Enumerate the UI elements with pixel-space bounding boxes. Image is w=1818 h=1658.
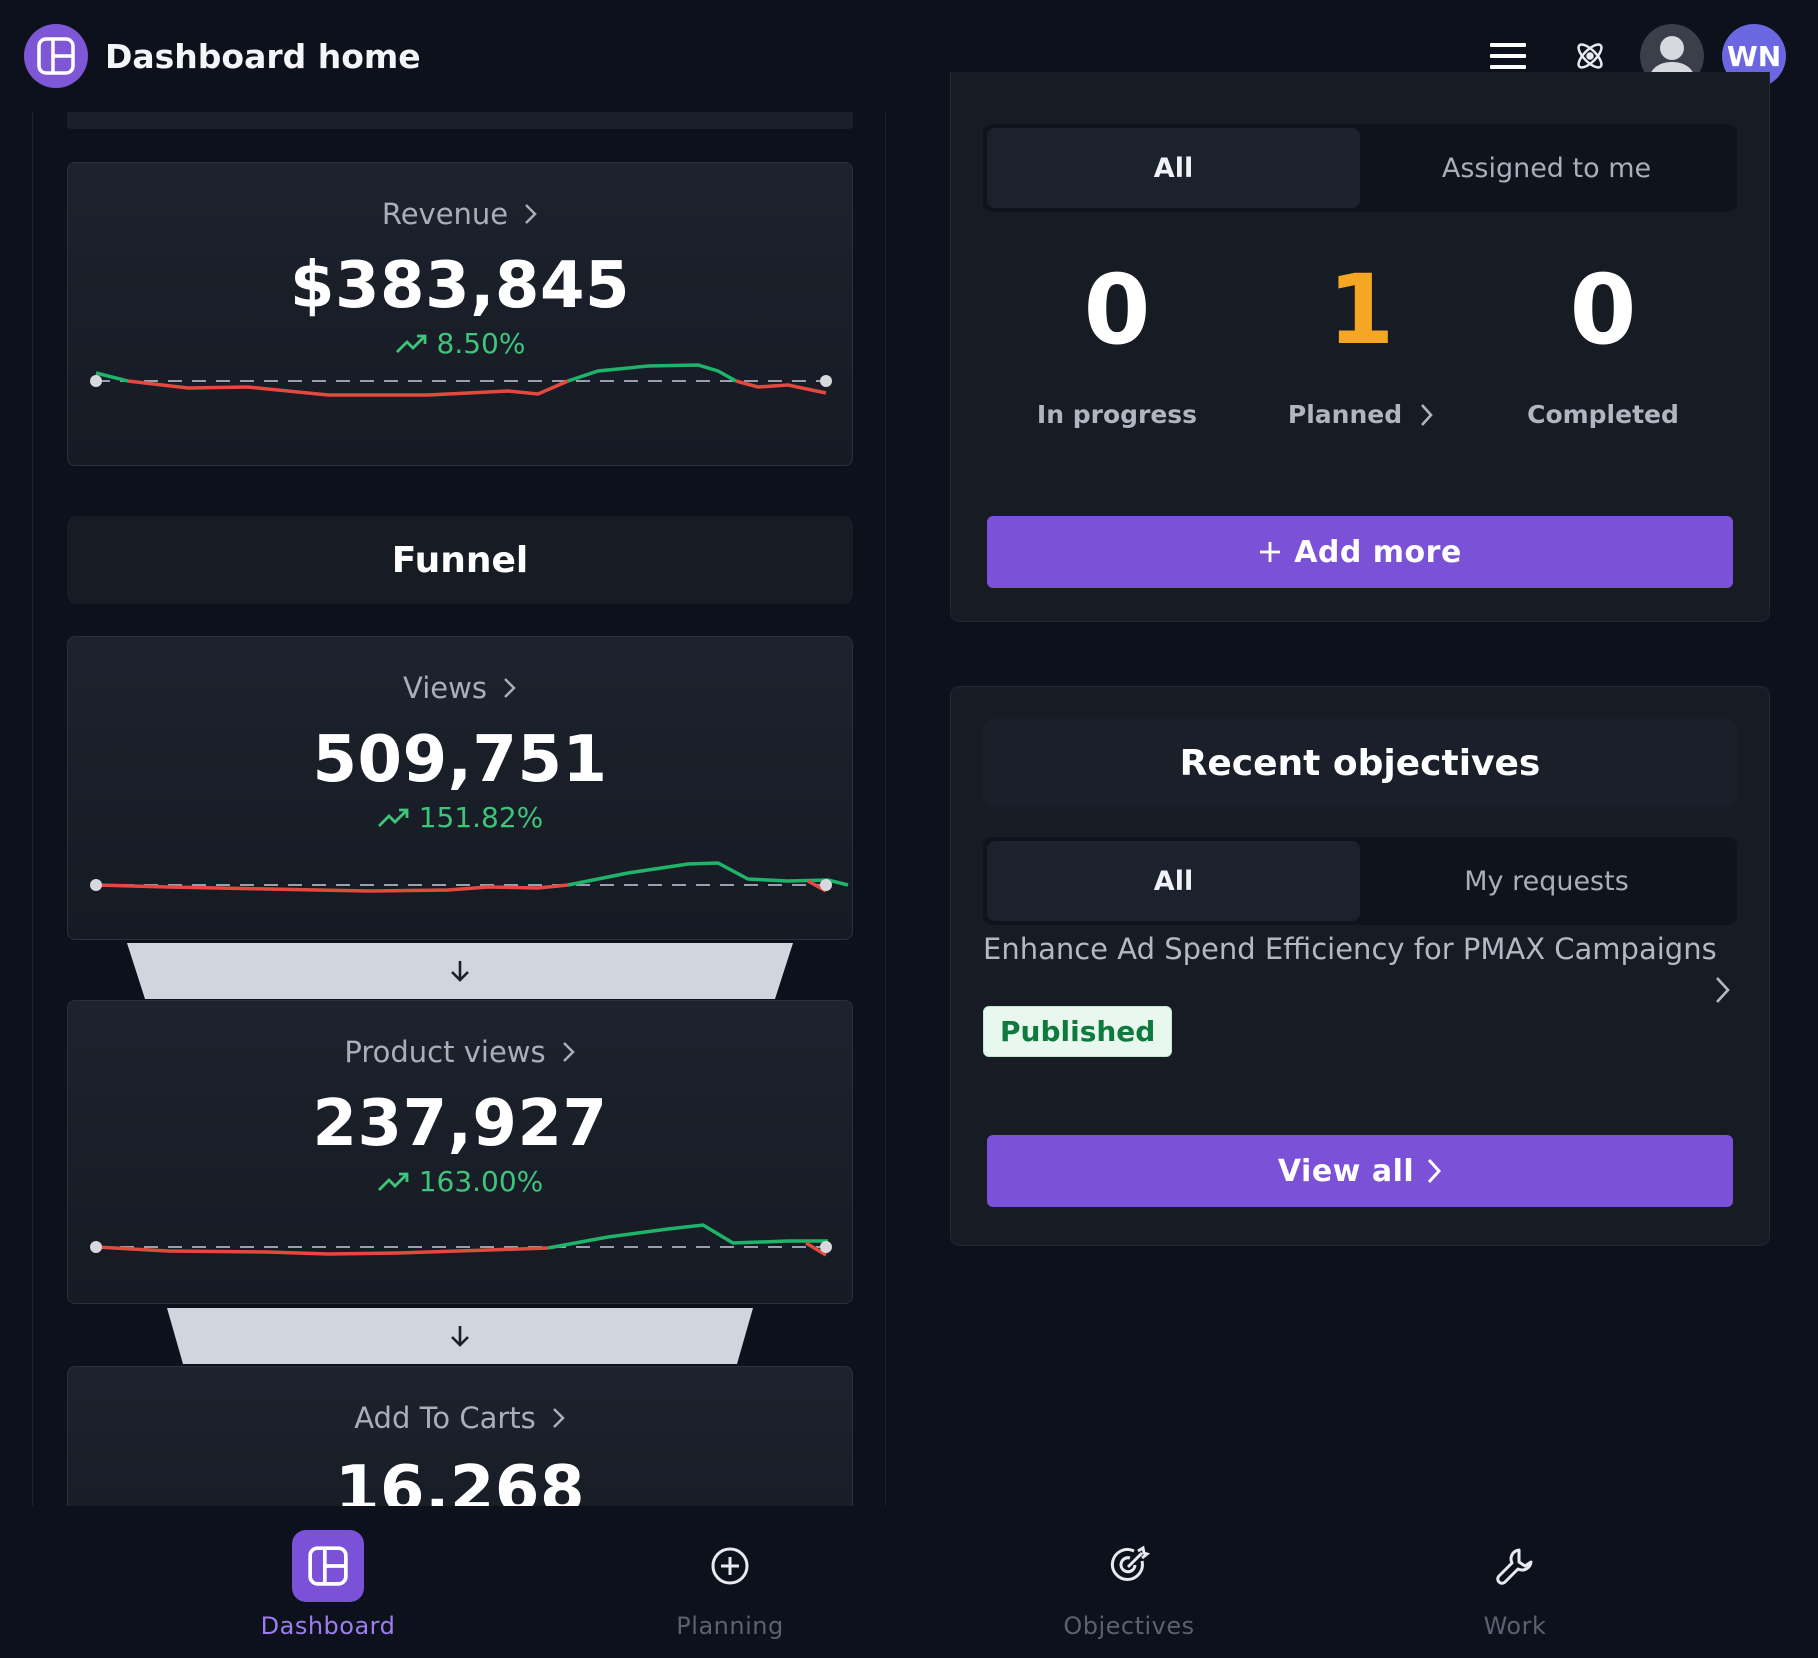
arrow-down-icon	[451, 1326, 469, 1347]
stat-in-progress-value: 0	[1083, 254, 1151, 366]
nav-planning-label: Planning	[676, 1612, 784, 1640]
wrench-icon	[1479, 1530, 1551, 1602]
views-card[interactable]: Views 509,751 151.82%	[67, 636, 853, 940]
stat-planned-value: 1	[1327, 254, 1395, 366]
recent-objectives-title: Recent objectives	[983, 719, 1737, 807]
stat-completed-label: Completed	[1527, 400, 1679, 429]
product-views-card[interactable]: Product views 237,927 163.00%	[67, 1000, 853, 1304]
views-sparkline	[90, 861, 849, 893]
product-views-header[interactable]: Product views	[68, 1035, 852, 1069]
views-label: Views	[403, 671, 487, 705]
product-views-label: Product views	[344, 1035, 546, 1069]
stat-completed-value: 0	[1569, 254, 1637, 366]
view-all-button[interactable]: View all	[987, 1135, 1733, 1207]
previous-card-edge	[67, 112, 853, 129]
objectives-tab-group: All My requests	[983, 837, 1737, 925]
product-views-sparkline	[90, 1223, 832, 1257]
tab-assigned-to-me[interactable]: Assigned to me	[1360, 128, 1733, 208]
revenue-label: Revenue	[381, 197, 509, 231]
activity-column: All Assigned to me 0 In progress 1 Plann…	[950, 72, 1770, 1506]
tab-all[interactable]: All	[987, 128, 1360, 208]
trend-up-icon	[377, 1172, 409, 1191]
nav-objectives[interactable]: Objectives	[1029, 1530, 1229, 1640]
recent-objectives-panel: Recent objectives All My requests Enhanc…	[950, 686, 1770, 1246]
chevron-right-icon	[552, 1408, 565, 1428]
chevron-right-icon	[1428, 1158, 1442, 1184]
arrow-down-icon	[451, 961, 469, 982]
add-to-carts-header[interactable]: Add To Carts	[68, 1401, 852, 1435]
chevron-right-icon	[562, 1042, 575, 1062]
views-value: 509,751	[312, 723, 608, 797]
stat-in-progress-label: In progress	[1036, 400, 1198, 429]
bottom-navigation: Dashboard Planning Objectives Work	[0, 1506, 1818, 1658]
nav-work[interactable]: Work	[1415, 1530, 1615, 1640]
views-header[interactable]: Views	[68, 671, 852, 705]
nav-work-label: Work	[1483, 1612, 1547, 1640]
stat-planned-label: Planned	[1241, 400, 1481, 429]
add-to-carts-label: Add To Carts	[354, 1401, 536, 1435]
product-views-value: 237,927	[312, 1087, 608, 1161]
add-to-carts-value: 16,268	[335, 1453, 585, 1506]
chevron-right-icon	[504, 678, 516, 698]
funnel-title: Funnel	[67, 516, 853, 604]
tasks-tab-group: All Assigned to me	[983, 124, 1737, 212]
chevron-right-icon	[1421, 403, 1433, 426]
revenue-value: $383,845	[289, 249, 631, 323]
revenue-header[interactable]: Revenue	[68, 197, 852, 231]
page-title: Dashboard home	[105, 36, 421, 76]
tasks-panel: All Assigned to me 0 In progress 1 Plann…	[950, 72, 1770, 622]
list-item[interactable]: Enhance Ad Spend Efficiency for PMAX Cam…	[983, 932, 1737, 1072]
stat-completed[interactable]: 0 Completed	[1483, 262, 1723, 429]
dashboard-grid-icon	[292, 1530, 364, 1602]
revenue-card[interactable]: Revenue $383,845 8.50%	[67, 162, 853, 466]
revenue-change: 8.50%	[68, 327, 852, 360]
tab-my-requests[interactable]: My requests	[1360, 841, 1733, 921]
views-change: 151.82%	[68, 801, 852, 834]
dashboard-grid-icon[interactable]	[24, 24, 88, 88]
funnel-connector	[127, 943, 793, 999]
plus-circle-icon	[694, 1530, 766, 1602]
nav-dashboard-label: Dashboard	[260, 1612, 396, 1640]
objective-title: Enhance Ad Spend Efficiency for PMAX Cam…	[983, 932, 1717, 966]
nav-planning[interactable]: Planning	[630, 1530, 830, 1640]
stat-in-progress[interactable]: 0 In progress	[997, 262, 1237, 429]
plus-icon	[1260, 542, 1281, 562]
target-icon	[1093, 1530, 1165, 1602]
funnel-connector	[167, 1308, 753, 1364]
add-more-button[interactable]: Add more	[987, 516, 1733, 588]
trend-up-icon	[395, 334, 426, 353]
tab-all[interactable]: All	[987, 841, 1360, 921]
stat-planned[interactable]: 1 Planned	[1241, 262, 1481, 429]
status-badge: Published	[983, 1006, 1173, 1057]
nav-objectives-label: Objectives	[1063, 1612, 1195, 1640]
nav-dashboard[interactable]: Dashboard	[228, 1530, 428, 1640]
trend-up-icon	[377, 808, 409, 827]
chevron-right-icon	[1716, 977, 1730, 1003]
chevron-right-icon	[525, 204, 537, 224]
add-to-carts-card[interactable]: Add To Carts 16,268	[67, 1366, 853, 1506]
product-views-change: 163.00%	[68, 1165, 852, 1198]
revenue-sparkline	[90, 363, 832, 397]
metrics-column: Revenue $383,845 8.50% Funnel Views 509,…	[32, 112, 886, 1506]
